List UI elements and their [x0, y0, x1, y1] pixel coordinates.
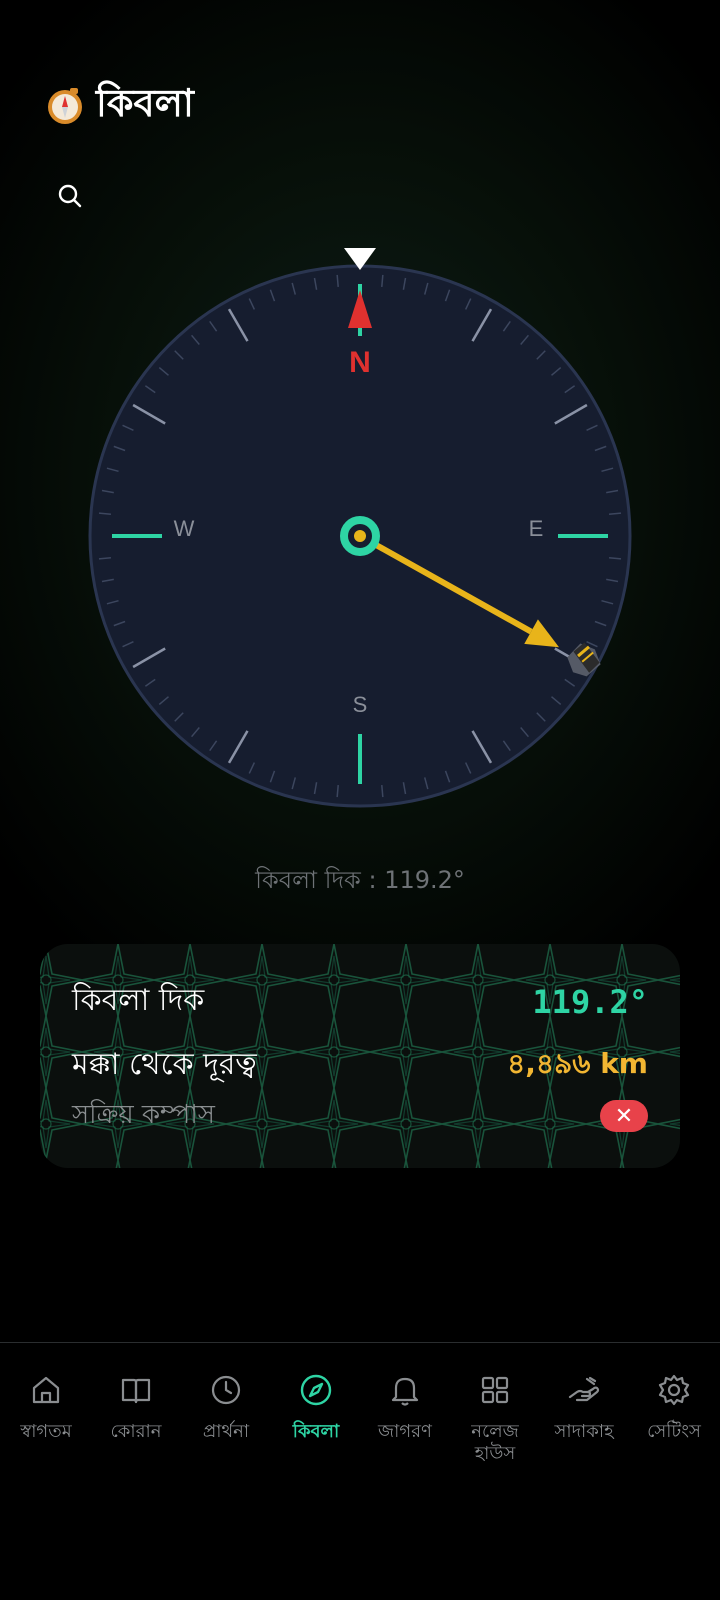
cardinal-north: N	[349, 346, 371, 379]
grid-icon	[481, 1376, 509, 1404]
nav-label-awakening: জাগরণ	[378, 1421, 432, 1442]
nav-item-sadaqah[interactable]: সাদাকাহ	[539, 1373, 629, 1443]
page-header: কিবলা	[46, 81, 194, 130]
distance-label: মক্কা থেকে দূরত্ব	[72, 1047, 257, 1082]
home-icon	[32, 1376, 60, 1404]
nav-item-awakening[interactable]: জাগরণ	[360, 1373, 450, 1443]
qibla-direction-label: কিবলা দিক	[72, 983, 205, 1018]
minor-tick	[381, 784, 384, 798]
nav-item-quran[interactable]: কোরান	[91, 1373, 181, 1443]
clock-icon	[211, 1375, 241, 1405]
close-compass-button[interactable]: ✕	[600, 1100, 648, 1132]
nav-item-settings[interactable]: সেটিংস	[629, 1373, 719, 1443]
nav-label-home: স্বাগতম	[20, 1421, 72, 1442]
nav-label-sadaqah: সাদাকাহ	[554, 1421, 614, 1442]
minor-tick	[336, 784, 339, 798]
nav-label-prayer: প্রার্থনা	[202, 1421, 250, 1442]
minor-tick	[608, 557, 622, 560]
bottom-nav: স্বাগতম কোরান প্রার্থনা কিবলা জাগরণ নলেজ…	[0, 1342, 720, 1492]
cardinal-west: W	[174, 516, 195, 541]
close-icon: ✕	[614, 1103, 634, 1129]
page-title: কিবলা	[96, 81, 194, 125]
minor-tick	[336, 274, 339, 288]
nav-item-home[interactable]: স্বাগতম	[1, 1373, 91, 1443]
minor-tick	[608, 512, 622, 515]
minor-tick	[98, 512, 112, 515]
minor-tick	[98, 557, 112, 560]
bell-icon	[391, 1377, 419, 1406]
qibla-compass: N E S W	[0, 240, 720, 820]
book-icon	[121, 1378, 151, 1404]
compass-emoji-icon	[48, 88, 82, 124]
nav-item-prayer[interactable]: প্রার্থনা	[181, 1373, 271, 1443]
nav-label-knowledge-house: নলেজ হাউস	[471, 1421, 519, 1464]
qibla-direction-value: 119.2°	[532, 982, 648, 1021]
nav-item-qibla[interactable]: কিবলা	[271, 1373, 361, 1443]
cardinal-east: E	[529, 516, 544, 541]
nav-label-qibla: কিবলা	[292, 1421, 340, 1442]
nav-label-quran: কোরান	[110, 1421, 162, 1442]
cardinal-south: S	[353, 692, 368, 717]
nav-item-knowledge-house[interactable]: নলেজ হাউস	[450, 1373, 540, 1465]
charity-hand-icon	[568, 1376, 600, 1402]
qibla-info-card: কিবলা দিক 119.2° মক্কা থেকে দূরত্ব ৪,৪৯৬…	[40, 944, 680, 1168]
gear-icon	[658, 1374, 690, 1406]
search-icon[interactable]	[56, 182, 84, 210]
minor-tick	[381, 274, 384, 288]
distance-value: ৪,৪৯৬ km	[507, 1047, 648, 1080]
qibla-direction-caption: কিবলা দিক : 119.2°	[255, 866, 465, 894]
compass-icon	[300, 1374, 332, 1406]
active-compass-label: সক্রিয় কম্পাস	[72, 1100, 215, 1130]
nav-label-settings: সেটিংস	[647, 1421, 701, 1442]
